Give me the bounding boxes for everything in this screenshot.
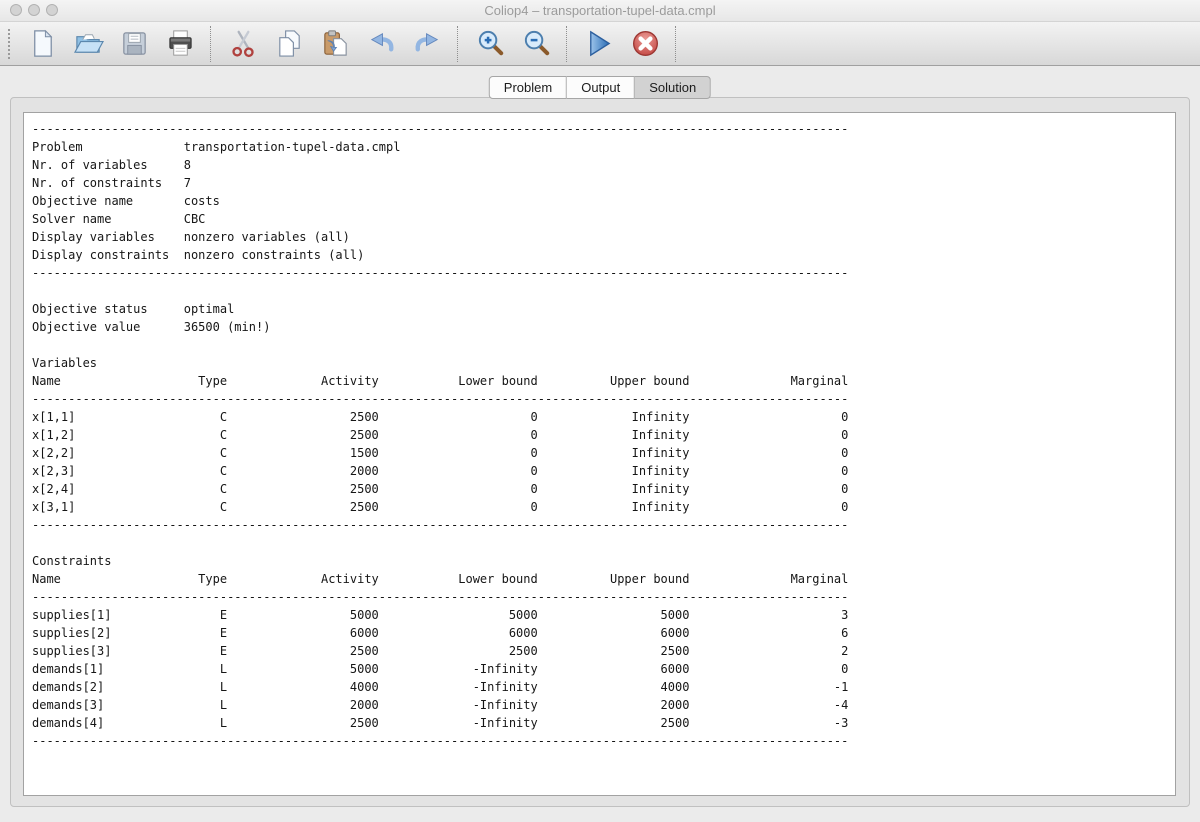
run-button[interactable] [579,24,619,64]
title-bar: Coliop4 – transportation-tupel-data.cmpl [0,0,1200,22]
zoom-button[interactable] [46,4,58,16]
tab-bar: Problem Output Solution [489,76,711,99]
toolbar-separator [675,26,678,62]
window-title: Coliop4 – transportation-tupel-data.cmpl [484,3,715,18]
paste-button[interactable] [315,24,355,64]
zoom-out-button[interactable] [516,24,556,64]
open-folder-icon [73,28,104,59]
main-area: Problem Output Solution ----------------… [0,66,1200,822]
stop-icon [630,28,661,59]
open-button[interactable] [68,24,108,64]
new-button[interactable] [22,24,62,64]
toolbar-separator [210,26,213,62]
tab-output[interactable]: Output [567,76,635,99]
redo-button[interactable] [407,24,447,64]
print-icon [165,28,196,59]
tab-problem[interactable]: Problem [489,76,567,99]
copy-icon [274,28,305,59]
stop-button[interactable] [625,24,665,64]
close-button[interactable] [10,4,22,16]
tab-solution[interactable]: Solution [635,76,711,99]
toolbar [0,22,1200,66]
zoom-in-icon [475,28,506,59]
toolbar-separator [566,26,569,62]
solution-text: ----------------------------------------… [24,113,1175,750]
toolbar-drag-handle[interactable] [8,29,13,59]
tab-pane: ----------------------------------------… [10,97,1190,807]
solution-view[interactable]: ----------------------------------------… [23,112,1176,796]
print-button[interactable] [160,24,200,64]
redo-icon [412,28,443,59]
zoom-out-icon [521,28,552,59]
cut-button[interactable] [223,24,263,64]
undo-button[interactable] [361,24,401,64]
cut-icon [228,28,259,59]
minimize-button[interactable] [28,4,40,16]
undo-icon [366,28,397,59]
paste-icon [320,28,351,59]
zoom-in-button[interactable] [470,24,510,64]
new-file-icon [27,28,58,59]
run-icon [584,28,615,59]
save-icon [119,28,150,59]
window-controls [10,4,58,16]
toolbar-separator [457,26,460,62]
copy-button[interactable] [269,24,309,64]
save-button[interactable] [114,24,154,64]
